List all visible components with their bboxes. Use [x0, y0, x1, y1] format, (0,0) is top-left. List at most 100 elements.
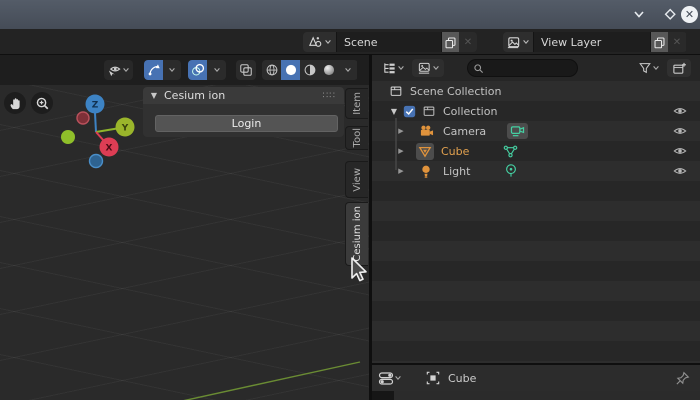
outliner-row-camera[interactable]: ▶ Camera — [372, 121, 700, 141]
camera-object-icon — [420, 125, 434, 136]
axis-minus-x-ball[interactable] — [76, 111, 90, 125]
zoom-view-button[interactable] — [31, 92, 53, 114]
view-layer-browse-button[interactable] — [503, 32, 533, 52]
window-maximize-button[interactable] — [660, 4, 680, 24]
properties-body — [394, 391, 700, 400]
outliner-display-mode-button[interactable] — [412, 59, 444, 77]
outliner-search-input[interactable] — [484, 62, 564, 74]
mouse-cursor — [351, 257, 367, 282]
sidebar-tab-view[interactable]: View — [345, 161, 368, 198]
outliner-filter-button[interactable] — [635, 59, 663, 77]
chevron-down-icon — [523, 40, 529, 45]
hide-eye-icon[interactable] — [673, 124, 687, 138]
mesh-object-icon — [418, 146, 432, 158]
chevron-down-icon — [395, 376, 401, 381]
collection-plus-icon — [672, 62, 686, 74]
chevron-down-icon — [634, 11, 644, 18]
collapse-icon[interactable]: ▼ — [388, 107, 400, 116]
axis-navigation-gizmo[interactable]: Z Y X — [52, 90, 142, 180]
view-layer-name-field[interactable]: View Layer — [533, 32, 651, 52]
scene-unlink-button[interactable]: ✕ — [459, 32, 477, 52]
scene-icon — [308, 35, 321, 47]
view-layer-name: View Layer — [541, 35, 602, 49]
axis-minus-y-ball[interactable] — [61, 130, 75, 144]
shading-wireframe-button[interactable] — [262, 60, 281, 80]
chevron-down-icon — [432, 66, 439, 71]
show-gizmo-button[interactable] — [144, 60, 163, 80]
chevron-down-icon — [169, 68, 175, 73]
window-title-bar: ✕ — [0, 0, 700, 29]
window-close-button[interactable]: ✕ — [681, 5, 698, 23]
outliner: Scene Collection ▼ Collection ▶ Camera ▶… — [372, 55, 700, 363]
camera-data-icon — [510, 125, 525, 136]
hide-eye-icon[interactable] — [673, 104, 687, 118]
view-layer-remove-button[interactable]: ✕ — [668, 32, 686, 52]
show-overlays-button[interactable] — [188, 60, 207, 80]
outliner-editor-type-button[interactable] — [378, 59, 408, 77]
sidebar-tab-item[interactable]: Item — [345, 88, 368, 119]
cesium-ion-panel-header[interactable]: ▼ Cesium ion ∷∷ — [143, 87, 344, 104]
scene-name-field[interactable]: Scene — [336, 32, 442, 52]
outliner-row-light[interactable]: ▶ Light — [372, 161, 700, 181]
shading-material-button[interactable] — [300, 60, 319, 80]
pin-icon[interactable] — [675, 371, 690, 386]
wireframe-sphere-icon — [266, 64, 277, 76]
shading-dropdown-button[interactable] — [338, 60, 357, 80]
hide-eye-icon[interactable] — [673, 144, 687, 158]
axis-z-label: Z — [92, 101, 99, 111]
expand-icon[interactable]: ▶ — [396, 127, 406, 135]
expand-icon[interactable]: ▶ — [396, 167, 406, 175]
scene-new-button[interactable] — [442, 32, 459, 52]
shading-rendered-button[interactable] — [319, 60, 338, 80]
properties-icon — [378, 371, 394, 385]
overlays-dropdown-button[interactable] — [207, 60, 226, 80]
checkbox-checked-icon[interactable] — [403, 105, 416, 118]
new-collection-button[interactable] — [667, 59, 691, 77]
view-layer-new-button[interactable] — [651, 32, 668, 52]
gizmo-icon — [148, 64, 160, 76]
properties-breadcrumb[interactable]: Cube — [426, 371, 476, 385]
properties-editor-type-button[interactable] — [378, 371, 402, 386]
breadcrumb-label: Cube — [448, 371, 477, 385]
magnifier-plus-icon — [36, 97, 48, 109]
toggle-xray-button[interactable] — [236, 60, 256, 80]
row-label: Light — [443, 164, 471, 178]
viewport-header — [0, 55, 369, 85]
scene-selector: Scene ✕ — [303, 32, 477, 52]
window-minimize-button[interactable] — [629, 4, 649, 24]
outliner-row-cube[interactable]: ▶ Cube — [372, 141, 700, 161]
object-type-visibility-button[interactable] — [104, 60, 133, 80]
hide-eye-icon[interactable] — [673, 164, 687, 178]
scene-browse-button[interactable] — [303, 32, 336, 52]
panel-disclosure-icon[interactable]: ▼ — [148, 91, 160, 100]
pan-view-button[interactable] — [4, 92, 26, 114]
panel-title: Cesium ion — [164, 89, 226, 102]
x-icon: ✕ — [672, 36, 682, 48]
gizmo-dropdown-button[interactable] — [163, 60, 181, 80]
rendered-sphere-icon — [323, 64, 334, 76]
panel-drag-handle-icon[interactable]: ∷∷ — [323, 91, 336, 101]
gizmo-toggle-group — [144, 60, 181, 80]
outliner-row-collection[interactable]: ▼ Collection — [372, 101, 700, 121]
search-icon — [474, 63, 484, 73]
solid-sphere-icon — [285, 64, 296, 76]
object-icon — [426, 371, 440, 385]
tab-label: Item — [351, 92, 363, 115]
shading-solid-button[interactable] — [281, 60, 300, 80]
filter-funnel-icon — [639, 63, 651, 74]
light-object-icon — [422, 165, 430, 178]
axis-minus-z-ball[interactable] — [88, 153, 104, 169]
tab-label: View — [351, 167, 363, 192]
shading-mode-group — [262, 60, 358, 80]
expand-icon[interactable]: ▶ — [396, 147, 406, 155]
camera-data-icon-box[interactable] — [507, 123, 528, 139]
visibility-eye-icon — [108, 66, 121, 77]
outliner-search-box[interactable] — [467, 59, 578, 77]
login-button[interactable]: Login — [155, 115, 338, 132]
overlays-toggle-group — [188, 60, 226, 80]
material-sphere-icon — [304, 64, 315, 76]
outliner-row-scene-collection[interactable]: Scene Collection — [372, 81, 700, 101]
topbar: Scene ✕ View Layer ✕ — [0, 29, 700, 55]
duplicate-icon — [654, 37, 665, 48]
sidebar-tab-tool[interactable]: Tool — [345, 126, 368, 150]
